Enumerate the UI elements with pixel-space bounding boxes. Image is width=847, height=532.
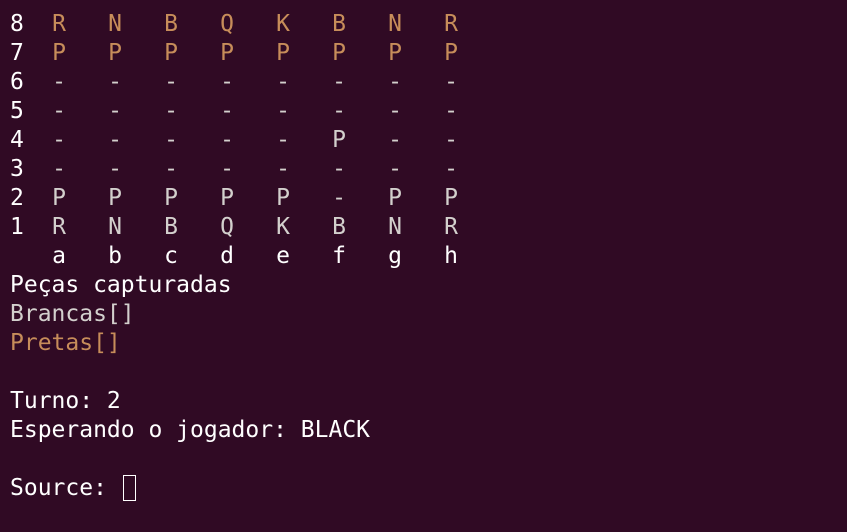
file-label: g: [388, 243, 402, 269]
board-square: -: [108, 127, 122, 153]
text-cursor[interactable]: [122, 475, 136, 501]
board-square: -: [164, 69, 178, 95]
file-label: e: [276, 243, 290, 269]
board-square: -: [108, 156, 122, 182]
board-square: B: [164, 11, 178, 37]
board-square: B: [164, 214, 178, 240]
source-prompt-label: Source:: [10, 475, 121, 501]
board-square: P: [52, 185, 66, 211]
rank-label: 6: [10, 69, 24, 95]
board-square: -: [332, 69, 346, 95]
board-square: P: [164, 40, 178, 66]
board-square: Q: [220, 11, 234, 37]
board-square: -: [276, 127, 290, 153]
board-square: K: [276, 214, 290, 240]
board-square: -: [52, 69, 66, 95]
file-label: d: [220, 243, 234, 269]
board-square: N: [388, 214, 402, 240]
board-square: P: [332, 40, 346, 66]
board-square: -: [444, 156, 458, 182]
rank-label: 7: [10, 40, 24, 66]
captured-heading: Peças capturadas: [10, 272, 232, 298]
board-rank-6: 6 - - - - - - - -: [0, 68, 847, 97]
board-square: K: [276, 11, 290, 37]
board-square: P: [276, 40, 290, 66]
rank-label: 8: [10, 11, 24, 37]
rank-label: 1: [10, 214, 24, 240]
board-square: -: [52, 98, 66, 124]
board-square: R: [444, 214, 458, 240]
board-square: -: [444, 69, 458, 95]
board-rank-5: 5 - - - - - - - -: [0, 97, 847, 126]
board-square: -: [52, 127, 66, 153]
board-square: -: [220, 98, 234, 124]
board-square: P: [220, 185, 234, 211]
board-square: -: [164, 127, 178, 153]
board-square: Q: [220, 214, 234, 240]
board-square: -: [388, 127, 402, 153]
board-square: P: [164, 185, 178, 211]
board-square: -: [220, 69, 234, 95]
board-square: -: [276, 98, 290, 124]
board-square: P: [332, 127, 346, 153]
rank-label: 5: [10, 98, 24, 124]
waiting-player-status: Esperando o jogador: BLACK: [10, 417, 371, 443]
board-square: R: [52, 11, 66, 37]
board-square: -: [164, 98, 178, 124]
board-square: -: [276, 69, 290, 95]
board-square: P: [444, 40, 458, 66]
rank-label: 3: [10, 156, 24, 182]
board-square: -: [332, 98, 346, 124]
rank-label: 2: [10, 185, 24, 211]
file-label: c: [164, 243, 178, 269]
board-square: P: [444, 185, 458, 211]
source-prompt[interactable]: Source:: [10, 474, 136, 503]
file-label: a: [52, 243, 66, 269]
board-square: N: [108, 214, 122, 240]
board-square: -: [388, 98, 402, 124]
board-rank-8: 8 R N B Q K B N R: [0, 10, 847, 39]
turn-counter: Turno: 2: [10, 388, 121, 414]
board-square: -: [332, 156, 346, 182]
board-square: B: [332, 214, 346, 240]
board-rank-4: 4 - - - - - P - -: [0, 126, 847, 155]
board-square: -: [276, 156, 290, 182]
board-square: -: [220, 127, 234, 153]
board-square: P: [388, 40, 402, 66]
file-label: h: [444, 243, 458, 269]
board-square: -: [220, 156, 234, 182]
captured-black-list: Pretas[]: [10, 330, 121, 356]
board-square: -: [164, 156, 178, 182]
file-label: b: [108, 243, 122, 269]
board-square: P: [388, 185, 402, 211]
board-square: -: [332, 185, 346, 211]
board-square: P: [220, 40, 234, 66]
board-square: -: [108, 98, 122, 124]
board-square: N: [388, 11, 402, 37]
file-label: f: [332, 243, 346, 269]
board-square: P: [52, 40, 66, 66]
board-square: -: [444, 127, 458, 153]
board-square: -: [388, 156, 402, 182]
captured-white-list: Brancas[]: [10, 301, 135, 327]
board-square: R: [52, 214, 66, 240]
rank-label: 4: [10, 127, 24, 153]
board-rank-2: 2 P P P P P - P P: [0, 184, 847, 213]
board-square: -: [388, 69, 402, 95]
board-square: -: [52, 156, 66, 182]
board-square: P: [276, 185, 290, 211]
board-rank-7: 7 P P P P P P P P: [0, 39, 847, 68]
board-rank-1: 1 R N B Q K B N R: [0, 213, 847, 242]
board-square: -: [444, 98, 458, 124]
board-square: N: [108, 11, 122, 37]
board-rank-3: 3 - - - - - - - -: [0, 155, 847, 184]
terminal-window: 8 R N B Q K B N R 7 P P P P P P P P 6 - - - - - - - - 5 - - - - - - - - 4 - - -…: [0, 0, 847, 532]
board-square: P: [108, 185, 122, 211]
board-square: -: [108, 69, 122, 95]
board-square: R: [444, 11, 458, 37]
board-square: B: [332, 11, 346, 37]
board-file-labels: a b c d e f g h: [0, 242, 847, 271]
board-square: P: [108, 40, 122, 66]
